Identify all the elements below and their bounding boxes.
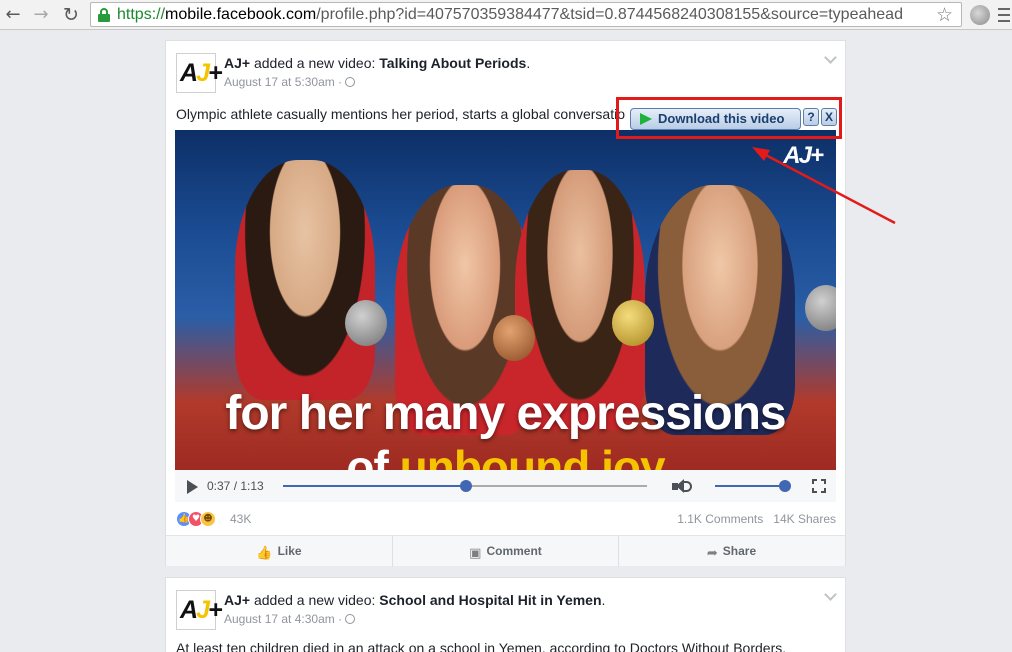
- url-text[interactable]: https://mobile.facebook.com/profile.php?…: [117, 5, 903, 25]
- play-icon: [640, 113, 652, 125]
- post-header: AJ+ added a new video: Talking About Per…: [224, 55, 531, 71]
- download-help-button[interactable]: ?: [803, 108, 819, 126]
- page-name-link[interactable]: AJ+: [224, 55, 250, 71]
- video-title-link[interactable]: Talking About Periods: [379, 55, 526, 71]
- comment-icon: ▣: [469, 546, 482, 561]
- page-name-link[interactable]: AJ+: [224, 592, 250, 608]
- video-controls: 0:37 / 1:13: [175, 470, 836, 502]
- video-caption-line1: for her many expressions: [225, 387, 786, 440]
- post-timestamp: August 17 at 4:30am ·: [224, 612, 356, 626]
- extension-icon[interactable]: [970, 5, 990, 25]
- medal: [612, 300, 654, 346]
- chevron-down-icon[interactable]: [824, 51, 837, 64]
- download-video-button[interactable]: Download this video: [630, 108, 801, 130]
- volume-handle[interactable]: [779, 480, 791, 492]
- medal: [345, 300, 387, 346]
- play-icon[interactable]: [187, 480, 198, 494]
- reaction-count[interactable]: 43K: [230, 512, 251, 526]
- volume-slider[interactable]: [715, 480, 791, 492]
- share-icon: ➦: [706, 546, 718, 561]
- globe-icon: [345, 77, 356, 87]
- post-actions: 👍 Like ▣ Comment ➦ Share: [166, 535, 845, 567]
- comments-count-link[interactable]: 1.1K Comments: [677, 512, 763, 526]
- medal: [493, 315, 535, 361]
- forward-icon[interactable]: →: [30, 4, 52, 26]
- post-timestamp: August 17 at 5:30am ·: [224, 75, 356, 89]
- globe-icon: [345, 614, 356, 624]
- volume-icon[interactable]: [672, 479, 692, 495]
- page-avatar[interactable]: AJ+: [176, 53, 223, 93]
- address-bar[interactable]: https://mobile.facebook.com/profile.php?…: [90, 2, 962, 27]
- progress-handle[interactable]: [459, 480, 472, 492]
- page-avatar[interactable]: AJ+: [176, 590, 223, 630]
- fullscreen-icon[interactable]: [812, 479, 826, 493]
- back-icon[interactable]: ←: [2, 4, 24, 26]
- video-caption-line2: of unbound joy: [346, 441, 665, 470]
- reactions-bar: 👍 ♥ ☻ 43K 1.1K Comments 14K Shares: [176, 511, 836, 529]
- video-watermark-logo: AJ+: [783, 142, 824, 169]
- share-button[interactable]: ➦ Share: [618, 536, 844, 567]
- post-text: At least ten children died in an attack …: [176, 640, 787, 652]
- video-time: 0:37 / 1:13: [207, 479, 264, 493]
- lock-icon: [98, 8, 110, 22]
- chevron-down-icon[interactable]: [824, 588, 837, 601]
- video-title-link[interactable]: School and Hospital Hit in Yemen: [379, 592, 601, 608]
- download-highlight-box: Download this video ? X: [616, 97, 842, 139]
- thumbs-up-icon: 👍: [256, 546, 273, 561]
- video-player[interactable]: AJ+ for her many expressions of unbound …: [175, 130, 836, 470]
- reload-icon[interactable]: ↻: [60, 4, 82, 26]
- post-stats: 1.1K Comments 14K Shares: [667, 512, 836, 526]
- comment-button[interactable]: ▣ Comment: [392, 536, 618, 567]
- post-card: AJ+ AJ+ added a new video: School and Ho…: [165, 577, 846, 652]
- progress-bar[interactable]: [283, 480, 647, 492]
- browser-menu-icon[interactable]: [998, 8, 1010, 22]
- haha-reaction-icon[interactable]: ☻: [200, 511, 216, 527]
- post-header: AJ+ added a new video: School and Hospit…: [224, 592, 606, 608]
- shares-count-link[interactable]: 14K Shares: [773, 512, 836, 526]
- post-text: Olympic athlete casually mentions her pe…: [176, 106, 626, 122]
- download-close-button[interactable]: X: [821, 108, 837, 126]
- bookmark-star-icon[interactable]: ☆: [936, 4, 953, 26]
- video-frame-person: [235, 160, 375, 400]
- like-button[interactable]: 👍 Like: [166, 536, 392, 567]
- browser-toolbar: ← → ↻ https://mobile.facebook.com/profil…: [0, 0, 1012, 30]
